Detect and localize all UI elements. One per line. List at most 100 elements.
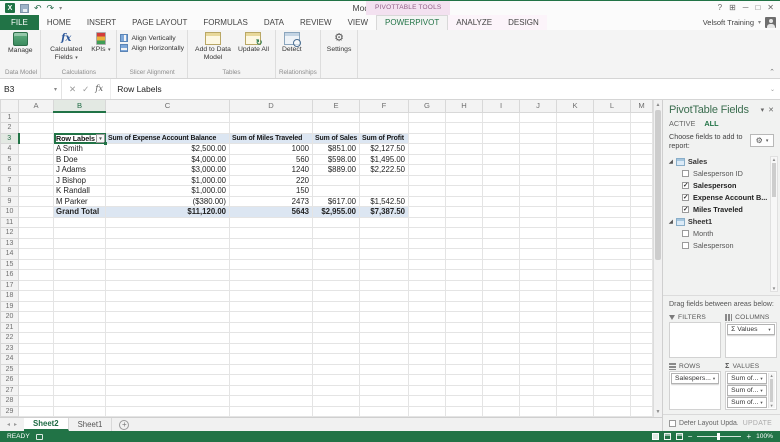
grid-cell-c22[interactable] <box>106 333 230 344</box>
grid-cell-i1[interactable] <box>483 112 520 123</box>
grid-cell-g22[interactable] <box>409 333 446 344</box>
grid-cell-l28[interactable] <box>594 396 631 407</box>
grid-cell-g8[interactable] <box>409 186 446 197</box>
grid-cell-g27[interactable] <box>409 385 446 396</box>
grid-cell-k21[interactable] <box>557 322 594 333</box>
grid-cell-i24[interactable] <box>483 354 520 365</box>
grid-cell-h22[interactable] <box>446 333 483 344</box>
redo-icon[interactable]: ↷ <box>47 4 55 13</box>
grid-cell-k3[interactable] <box>557 133 594 144</box>
minimize-icon[interactable]: ─ <box>743 1 749 15</box>
row-header-18[interactable]: 18 <box>1 291 19 302</box>
grid-cell-f12[interactable] <box>360 228 409 239</box>
grid-cell-m1[interactable] <box>631 112 653 123</box>
grid-cell-h25[interactable] <box>446 364 483 375</box>
grid-cell-d1[interactable] <box>230 112 313 123</box>
grid-cell-j12[interactable] <box>520 228 557 239</box>
grid-cell-e3[interactable]: Sum of Sales <box>313 133 360 144</box>
column-header-m[interactable]: M <box>631 100 653 112</box>
grid-cell-l3[interactable] <box>594 133 631 144</box>
grid-cell-k19[interactable] <box>557 301 594 312</box>
zoom-in-icon[interactable]: + <box>746 433 751 441</box>
grid-cell-g2[interactable] <box>409 123 446 134</box>
grid-cell-a4[interactable] <box>19 144 54 155</box>
grid-cell-a2[interactable] <box>19 123 54 134</box>
grid-cell-g5[interactable] <box>409 154 446 165</box>
new-sheet-icon[interactable]: + <box>119 420 129 430</box>
grid-cell-e12[interactable] <box>313 228 360 239</box>
field-chip-sum-of[interactable]: Sum of...▾ <box>727 397 766 408</box>
grid-cell-m10[interactable] <box>631 207 653 218</box>
row-header-11[interactable]: 11 <box>1 217 19 228</box>
grid-cell-b15[interactable] <box>54 259 106 270</box>
grid-cell-d18[interactable] <box>230 291 313 302</box>
grid-cell-m2[interactable] <box>631 123 653 134</box>
grid-cell-g6[interactable] <box>409 165 446 176</box>
grid-cell-d26[interactable] <box>230 375 313 386</box>
grid-cell-m8[interactable] <box>631 186 653 197</box>
row-header-29[interactable]: 29 <box>1 406 19 417</box>
row-header-10[interactable]: 10 <box>1 207 19 218</box>
grid-cell-f19[interactable] <box>360 301 409 312</box>
grid-cell-k27[interactable] <box>557 385 594 396</box>
grid-cell-k26[interactable] <box>557 375 594 386</box>
ribbon-tab-data[interactable]: DATA <box>256 15 292 30</box>
grid-cell-d24[interactable] <box>230 354 313 365</box>
name-box[interactable]: B3 ▾ <box>0 79 62 99</box>
grid-cell-f27[interactable] <box>360 385 409 396</box>
area-well-rows[interactable]: Salespers...▾ <box>669 371 721 410</box>
row-header-15[interactable]: 15 <box>1 259 19 270</box>
grid-cell-d16[interactable] <box>230 270 313 281</box>
grid-cell-k17[interactable] <box>557 280 594 291</box>
grid-cell-m13[interactable] <box>631 238 653 249</box>
grid-cell-l2[interactable] <box>594 123 631 134</box>
grid-cell-b7[interactable]: J Bishop <box>54 175 106 186</box>
grid-cell-f15[interactable] <box>360 259 409 270</box>
grid-cell-j24[interactable] <box>520 354 557 365</box>
grid-cell-l9[interactable] <box>594 196 631 207</box>
grid-cell-h18[interactable] <box>446 291 483 302</box>
grid-cell-h3[interactable] <box>446 133 483 144</box>
qat-customize-icon[interactable]: ▾ <box>59 5 62 12</box>
grid-cell-k10[interactable] <box>557 207 594 218</box>
grid-cell-b16[interactable] <box>54 270 106 281</box>
grid-cell-a8[interactable] <box>19 186 54 197</box>
grid-cell-i18[interactable] <box>483 291 520 302</box>
row-header-4[interactable]: 4 <box>1 144 19 155</box>
grid-cell-c8[interactable]: $1,000.00 <box>106 186 230 197</box>
field-item-expense-account-b[interactable]: ✓Expense Account B... <box>669 192 768 204</box>
grid-cell-l7[interactable] <box>594 175 631 186</box>
row-header-13[interactable]: 13 <box>1 238 19 249</box>
grid-cell-e8[interactable] <box>313 186 360 197</box>
scrollbar-thumb[interactable] <box>655 110 661 260</box>
grid-cell-a18[interactable] <box>19 291 54 302</box>
grid-cell-g25[interactable] <box>409 364 446 375</box>
field-checkbox[interactable]: ✓ <box>682 194 689 201</box>
chip-dropdown-icon[interactable]: ▾ <box>711 376 715 382</box>
grid-cell-m17[interactable] <box>631 280 653 291</box>
grid-cell-h9[interactable] <box>446 196 483 207</box>
grid-cell-h6[interactable] <box>446 165 483 176</box>
grid-cell-i20[interactable] <box>483 312 520 323</box>
settings-button[interactable]: Settings <box>324 31 355 54</box>
grid-cell-a29[interactable] <box>19 406 54 417</box>
add-to-data-model-button[interactable]: Add to Data Model <box>191 31 235 62</box>
grid-cell-h24[interactable] <box>446 354 483 365</box>
grid-cell-e19[interactable] <box>313 301 360 312</box>
grid-cell-b6[interactable]: J Adams <box>54 165 106 176</box>
grid-cell-c3[interactable]: Sum of Expense Account Balance <box>106 133 230 144</box>
grid-cell-e28[interactable] <box>313 396 360 407</box>
grid-cell-c7[interactable]: $1,000.00 <box>106 175 230 186</box>
grid-cell-h14[interactable] <box>446 249 483 260</box>
grid-cell-i27[interactable] <box>483 385 520 396</box>
grid-cell-j18[interactable] <box>520 291 557 302</box>
grid-cell-d29[interactable] <box>230 406 313 417</box>
grid-cell-j11[interactable] <box>520 217 557 228</box>
grid-cell-a23[interactable] <box>19 343 54 354</box>
grid-cell-a12[interactable] <box>19 228 54 239</box>
column-header-c[interactable]: C <box>106 100 230 112</box>
grid-cell-i21[interactable] <box>483 322 520 333</box>
grid-cell-k4[interactable] <box>557 144 594 155</box>
grid-cell-a16[interactable] <box>19 270 54 281</box>
grid-cell-a13[interactable] <box>19 238 54 249</box>
